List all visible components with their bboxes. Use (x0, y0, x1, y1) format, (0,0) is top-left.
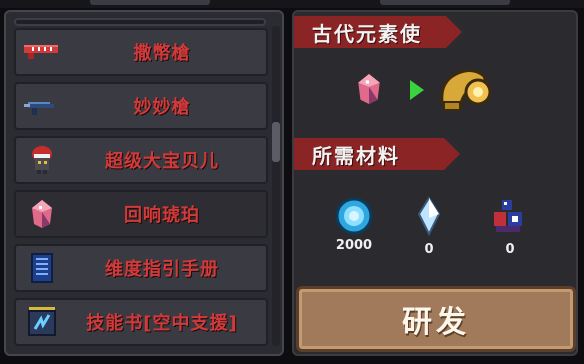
list-item[interactable]: 妙妙槍 (14, 82, 268, 130)
amber-gem-icon (16, 192, 68, 236)
top-tab-edge (90, 0, 210, 5)
blue-gun-icon (16, 84, 68, 128)
blue-red-creature-icon (488, 198, 528, 242)
scrollbar-thumb[interactable] (272, 122, 280, 162)
scrollbar-track[interactable] (272, 26, 280, 346)
list-item[interactable]: 撒幣槍 (14, 28, 268, 76)
crystal-shard-icon (416, 196, 442, 240)
material-count: 0 (505, 242, 515, 257)
top-strip (0, 0, 584, 8)
blue-book-icon (16, 246, 68, 290)
skill-book-icon (16, 300, 68, 344)
top-tab-edge (380, 0, 510, 5)
list-item[interactable]: 回响琥珀 (14, 190, 268, 238)
material-count: 0 (424, 242, 434, 257)
weapon-list-panel: 撒幣槍 妙妙槍 超级大宝贝儿 回响琥珀 维度指引手册 技能书[空中支援] (4, 10, 284, 356)
list-item-label: 超级大宝贝儿 (105, 151, 219, 172)
red-gun-icon (16, 30, 68, 74)
list-top-edge (14, 18, 266, 26)
recipe-title-banner: 古代元素使 (294, 16, 462, 48)
list-item-label: 撒幣槍 (133, 43, 191, 64)
research-button-label: 研发 (402, 305, 470, 340)
green-arrow-icon (408, 78, 426, 106)
recipe-title: 古代元素使 (312, 21, 422, 46)
material-count: 2000 (335, 238, 373, 253)
golden-horn-icon[interactable] (432, 62, 496, 120)
list-item-label: 技能书[空中支援] (86, 313, 238, 334)
list-item[interactable]: 维度指引手册 (14, 244, 268, 292)
list-item-label: 妙妙槍 (133, 97, 191, 118)
research-button[interactable]: 研发 (296, 286, 576, 352)
list-item-label: 维度指引手册 (105, 259, 219, 280)
list-item-label: 回响琥珀 (124, 205, 200, 226)
source-item-icon (354, 70, 384, 112)
materials-title-banner: 所需材料 (294, 138, 460, 170)
materials-title: 所需材料 (312, 143, 400, 168)
list-item[interactable]: 超级大宝贝儿 (14, 136, 268, 184)
blue-gem-coin-icon (334, 196, 374, 240)
mask-creature-icon (16, 138, 68, 182)
list-item[interactable]: 技能书[空中支援] (14, 298, 268, 346)
